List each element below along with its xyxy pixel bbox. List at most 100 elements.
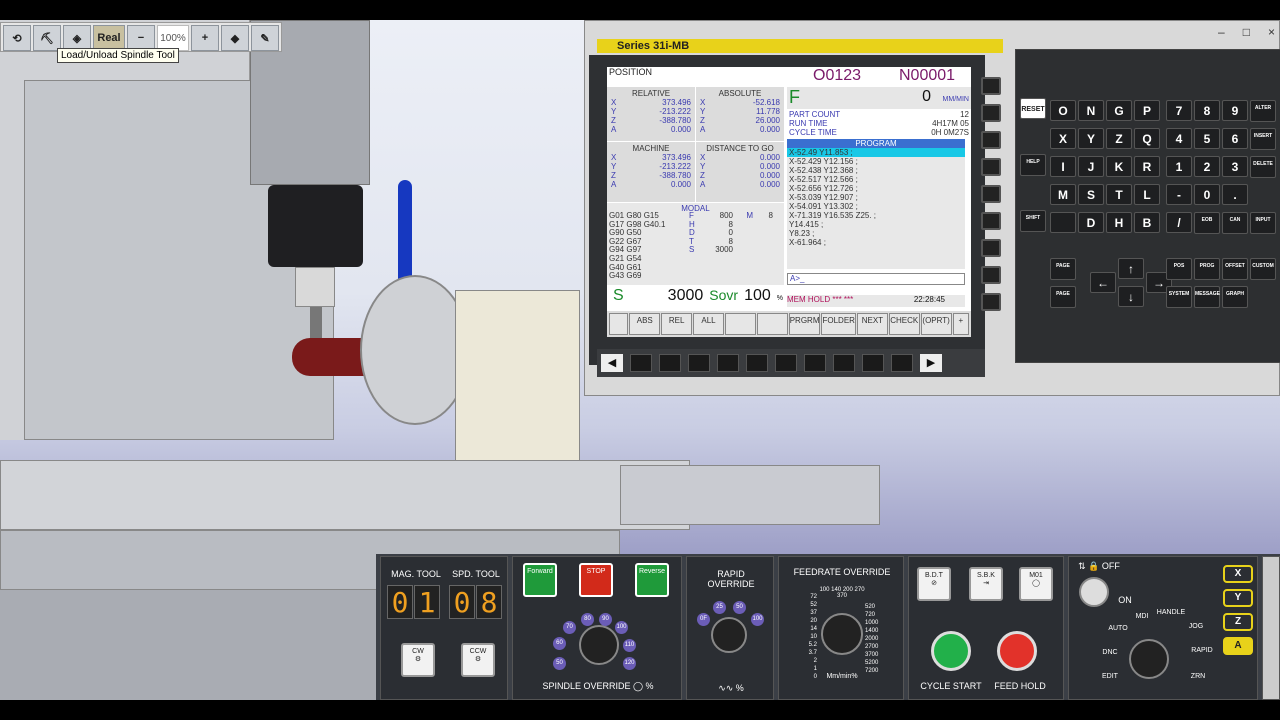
bottom-key[interactable] — [688, 354, 710, 372]
spindle-forward-button[interactable]: Forward — [523, 563, 557, 597]
key-Q[interactable]: Q — [1134, 128, 1160, 149]
key-X[interactable]: X — [1050, 128, 1076, 149]
ccw-button[interactable]: CCW ⚙ — [461, 643, 495, 677]
softkey-rel[interactable]: REL — [661, 313, 693, 335]
key-I[interactable]: I — [1050, 156, 1076, 177]
prog-key[interactable]: PROG — [1194, 258, 1220, 280]
key-8[interactable]: 8 — [1194, 100, 1220, 121]
softkey-blank[interactable] — [609, 313, 629, 335]
bottom-key[interactable] — [775, 354, 797, 372]
side-key[interactable] — [981, 158, 1001, 176]
key-7[interactable]: 7 — [1166, 100, 1192, 121]
axis-x-select[interactable]: X — [1223, 565, 1253, 583]
arrow-left-key[interactable]: ← — [1090, 272, 1116, 293]
side-key[interactable] — [981, 185, 1001, 203]
side-key[interactable] — [981, 239, 1001, 257]
bottom-key[interactable] — [746, 354, 768, 372]
softkey-check[interactable]: CHECK — [888, 313, 920, 335]
key-O[interactable]: O — [1050, 100, 1076, 121]
pos-key[interactable]: POS — [1166, 258, 1192, 280]
key-slash[interactable]: / — [1166, 212, 1192, 233]
bdt-button[interactable]: B.D.T ⊘ — [917, 567, 951, 601]
input-line[interactable]: A>_ — [787, 273, 965, 285]
key-4[interactable]: 4 — [1166, 128, 1192, 149]
m01-button[interactable]: M01 ◯ — [1019, 567, 1053, 601]
key-9[interactable]: 9 — [1222, 100, 1248, 121]
key-2[interactable]: 2 — [1194, 156, 1220, 177]
bottom-key[interactable] — [804, 354, 826, 372]
softkey-next[interactable]: NEXT — [856, 313, 888, 335]
bottom-key[interactable] — [833, 354, 855, 372]
key-blank[interactable] — [1050, 212, 1076, 233]
delete-key[interactable]: DELETE — [1250, 156, 1276, 178]
minimize-button[interactable]: – — [1218, 25, 1225, 39]
view-button[interactable]: ◆ — [221, 25, 249, 51]
graph-key[interactable]: GRAPH — [1222, 286, 1248, 308]
key-Z[interactable]: Z — [1106, 128, 1132, 149]
spindle-stop-button[interactable]: STOP — [579, 563, 613, 597]
spindle-override-dial[interactable] — [579, 625, 619, 665]
arrow-down-key[interactable]: ↓ — [1118, 286, 1144, 307]
key-P[interactable]: P — [1134, 100, 1160, 121]
arrow-up-key[interactable]: ↑ — [1118, 258, 1144, 279]
side-key[interactable] — [981, 131, 1001, 149]
bottom-key[interactable] — [630, 354, 652, 372]
right-arrow-icon[interactable]: ▶ — [920, 354, 942, 372]
maximize-button[interactable]: □ — [1243, 25, 1250, 39]
key-M[interactable]: M — [1050, 184, 1076, 205]
softkey-prgrm[interactable]: PRGRM — [788, 313, 821, 335]
key-N[interactable]: N — [1078, 100, 1104, 121]
softkey-folder[interactable]: FOLDER — [821, 313, 856, 335]
softkey-abs[interactable]: ABS — [629, 313, 661, 335]
key-L[interactable]: L — [1134, 184, 1160, 205]
side-key[interactable] — [981, 212, 1001, 230]
eob-key[interactable]: EOB — [1194, 212, 1220, 234]
input-key[interactable]: INPUT — [1250, 212, 1276, 234]
side-key[interactable] — [981, 104, 1001, 122]
can-key[interactable]: CAN — [1222, 212, 1248, 234]
feed-hold-button[interactable] — [997, 631, 1037, 671]
rotate-view-button[interactable]: ⟲ — [3, 25, 31, 51]
key-3[interactable]: 3 — [1222, 156, 1248, 177]
message-key[interactable]: MESSAGE — [1194, 286, 1220, 308]
key-dot[interactable]: . — [1222, 184, 1248, 205]
page-up-key[interactable]: PAGE — [1050, 258, 1076, 280]
side-key[interactable] — [981, 266, 1001, 284]
help-key[interactable]: HELP — [1020, 154, 1046, 176]
axis-a-select[interactable]: A — [1223, 637, 1253, 655]
alter-key[interactable]: ALTER — [1250, 100, 1276, 122]
key-minus[interactable]: - — [1166, 184, 1192, 205]
spindle-reverse-button[interactable]: Reverse — [635, 563, 669, 597]
key-5[interactable]: 5 — [1194, 128, 1220, 149]
key-G[interactable]: G — [1106, 100, 1132, 121]
page-down-key[interactable]: PAGE — [1050, 286, 1076, 308]
softkey-empty-1[interactable] — [724, 313, 756, 335]
softkey-plus[interactable]: + — [952, 313, 969, 335]
key-B[interactable]: B — [1134, 212, 1160, 233]
softkey-all[interactable]: ALL — [693, 313, 724, 335]
side-key[interactable] — [981, 293, 1001, 311]
edit-button[interactable]: ✎ — [251, 25, 279, 51]
zoom-in-button[interactable]: + — [191, 25, 219, 51]
offset-key[interactable]: OFFSET — [1222, 258, 1248, 280]
key-0[interactable]: 0 — [1194, 184, 1220, 205]
key-switch[interactable] — [1079, 577, 1109, 607]
key-Y[interactable]: Y — [1078, 128, 1104, 149]
left-arrow-icon[interactable]: ◀ — [601, 354, 623, 372]
cw-button[interactable]: CW ⚙ — [401, 643, 435, 677]
sbk-button[interactable]: S.B.K ⇥ — [969, 567, 1003, 601]
key-R[interactable]: R — [1134, 156, 1160, 177]
key-J[interactable]: J — [1078, 156, 1104, 177]
bottom-key[interactable] — [717, 354, 739, 372]
key-1[interactable]: 1 — [1166, 156, 1192, 177]
key-H[interactable]: H — [1106, 212, 1132, 233]
custom-key[interactable]: CUSTOM — [1250, 258, 1276, 280]
key-T[interactable]: T — [1106, 184, 1132, 205]
key-D[interactable]: D — [1078, 212, 1104, 233]
softkey-oprt[interactable]: (OPRT) — [920, 313, 952, 335]
bottom-key[interactable] — [659, 354, 681, 372]
bottom-key[interactable] — [891, 354, 913, 372]
softkey-empty-2[interactable] — [756, 313, 788, 335]
axis-z-select[interactable]: Z — [1223, 613, 1253, 631]
key-S[interactable]: S — [1078, 184, 1104, 205]
